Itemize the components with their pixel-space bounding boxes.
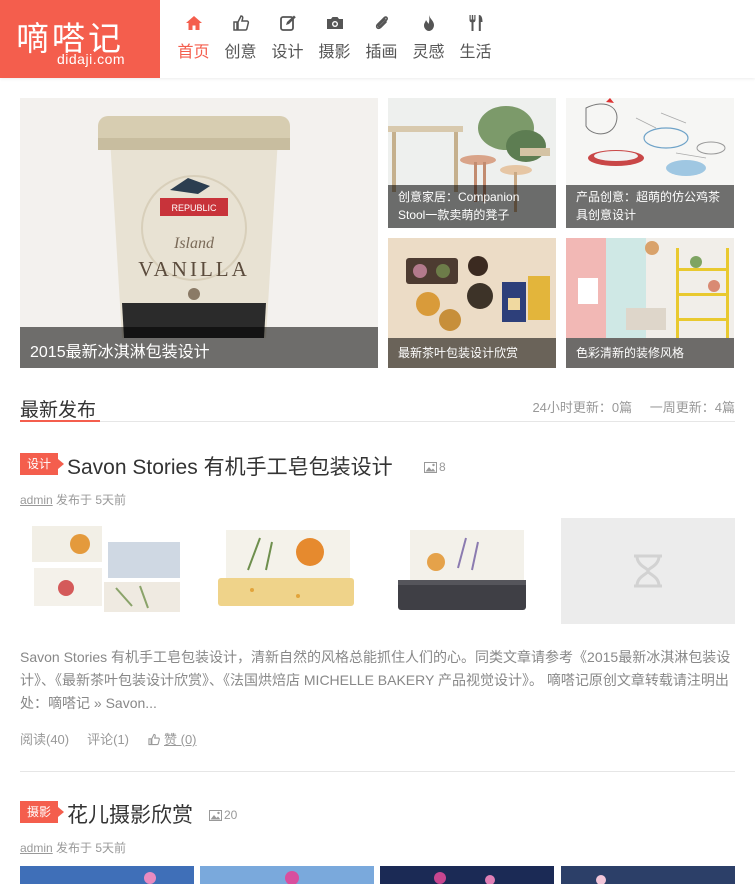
- nav-item-inspiration[interactable]: 灵感: [405, 14, 452, 62]
- post-meta: admin 发布于 5天前: [20, 491, 126, 508]
- comment-link[interactable]: 评论(1): [87, 729, 129, 748]
- post-date: 发布于 5天前: [56, 493, 127, 507]
- update-stats: 24小时更新：0篇 一周更新：4篇: [518, 397, 735, 416]
- slide-caption: 色彩清新的装修风格: [566, 338, 734, 368]
- main-nav: 首页 创意 设计 摄影 插画 灵感 生活: [170, 14, 499, 62]
- nav-item-illustration[interactable]: 插画: [358, 14, 405, 62]
- soap-charcoal-image: [380, 518, 554, 624]
- featured-slide-tea[interactable]: 最新茶叶包装设计欣赏: [388, 238, 556, 368]
- post-meta: admin 发布于 5天前: [20, 839, 126, 856]
- paperclip-icon: [358, 14, 405, 36]
- nav-label: 创意: [224, 44, 257, 61]
- camera-icon: [311, 14, 358, 36]
- site-header: 嘀嗒记 didaji.com 首页 创意 设计 摄影 插画 灵感 生活: [0, 0, 755, 78]
- soap-calendula-image: [200, 518, 374, 624]
- image-count: 8: [424, 460, 446, 474]
- fork-knife-icon: [452, 14, 499, 36]
- thumbs-up-icon: [217, 14, 264, 36]
- post-thumbnail[interactable]: [200, 518, 374, 624]
- post-divider: [20, 771, 735, 772]
- read-count: 阅读(40): [20, 732, 70, 747]
- section-title: 最新发布: [20, 400, 97, 421]
- edit-icon: [264, 14, 311, 36]
- like-count: 赞 (0): [164, 732, 197, 747]
- hourglass-icon: [561, 518, 735, 624]
- nav-item-photography[interactable]: 摄影: [311, 14, 358, 62]
- featured-slide-interior[interactable]: 色彩清新的装修风格: [566, 238, 734, 368]
- post-title[interactable]: 花儿摄影欣赏: [67, 799, 193, 829]
- author-link[interactable]: admin: [20, 841, 53, 855]
- nav-item-life[interactable]: 生活: [452, 14, 499, 62]
- post-thumbnail[interactable]: [380, 518, 554, 624]
- slide-caption: 创意家居：Companion Stool一款卖萌的凳子: [388, 185, 556, 228]
- slide-caption: 2015最新冰淇淋包装设计: [20, 327, 378, 368]
- section-title-underline: [20, 420, 100, 422]
- post-thumbnail[interactable]: [380, 866, 554, 884]
- featured-slide-rooster[interactable]: 产品创意：超萌的仿公鸡茶具创意设计: [566, 98, 734, 228]
- nav-label: 生活: [459, 44, 492, 61]
- post-title[interactable]: Savon Stories 有机手工皂包装设计: [67, 451, 393, 481]
- thumbs-up-icon: [148, 733, 160, 746]
- image-count: 20: [209, 808, 237, 822]
- post-excerpt: Savon Stories 有机手工皂包装设计，清新自然的风格总能抓住人们的心。…: [20, 649, 731, 711]
- image-count-value: 20: [224, 808, 238, 822]
- nav-label: 插画: [365, 44, 398, 61]
- flower-photo-image: [380, 866, 554, 884]
- svg-text:Island: Island: [173, 235, 215, 252]
- home-icon: [170, 14, 217, 36]
- post-category-badge[interactable]: 摄影: [20, 801, 65, 823]
- like-button[interactable]: 赞 (0): [147, 729, 215, 748]
- svg-text:REPUBLIC: REPUBLIC: [171, 203, 217, 213]
- flame-icon: [405, 14, 452, 36]
- section-divider: [20, 421, 735, 422]
- author-link[interactable]: admin: [20, 493, 53, 507]
- post-thumbnail-placeholder[interactable]: [561, 518, 735, 624]
- nav-label: 首页: [177, 44, 210, 61]
- image-icon: [209, 809, 222, 821]
- post-thumbnail[interactable]: [20, 866, 194, 884]
- flower-photo-image: [561, 866, 735, 884]
- nav-item-home[interactable]: 首页: [170, 14, 217, 62]
- post-thumbnail[interactable]: [20, 518, 194, 624]
- soap-stack-image: [20, 518, 194, 624]
- stat-24h: 24小时更新：0篇: [532, 400, 633, 415]
- logo-domain: didaji.com: [57, 51, 126, 67]
- nav-item-creative[interactable]: 创意: [217, 14, 264, 62]
- image-count-value: 8: [439, 460, 446, 474]
- flower-photo-image: [20, 866, 194, 884]
- nav-item-design[interactable]: 设计: [264, 14, 311, 62]
- featured-slide-stool[interactable]: 创意家居：Companion Stool一款卖萌的凳子: [388, 98, 556, 228]
- slide-caption: 最新茶叶包装设计欣赏: [388, 338, 556, 368]
- nav-label: 摄影: [318, 44, 351, 61]
- post-date: 发布于 5天前: [56, 841, 127, 855]
- svg-text:VANILLA: VANILLA: [138, 257, 250, 281]
- post-actions: 阅读(40) 评论(1) 赞 (0): [20, 729, 233, 748]
- featured-slide-main[interactable]: REPUBLIC Island VANILLA 2015最新冰淇淋包装设计: [20, 98, 378, 368]
- nav-label: 设计: [271, 44, 304, 61]
- site-logo[interactable]: 嘀嗒记 didaji.com: [0, 0, 160, 78]
- nav-label: 灵感: [412, 44, 445, 61]
- post-category-badge[interactable]: 设计: [20, 453, 65, 475]
- slide-caption: 产品创意：超萌的仿公鸡茶具创意设计: [566, 185, 734, 228]
- flower-photo-image: [200, 866, 374, 884]
- stat-week: 一周更新：4篇: [649, 400, 735, 415]
- image-icon: [424, 461, 437, 473]
- post-thumbnail[interactable]: [561, 866, 735, 884]
- post-thumbnail[interactable]: [200, 866, 374, 884]
